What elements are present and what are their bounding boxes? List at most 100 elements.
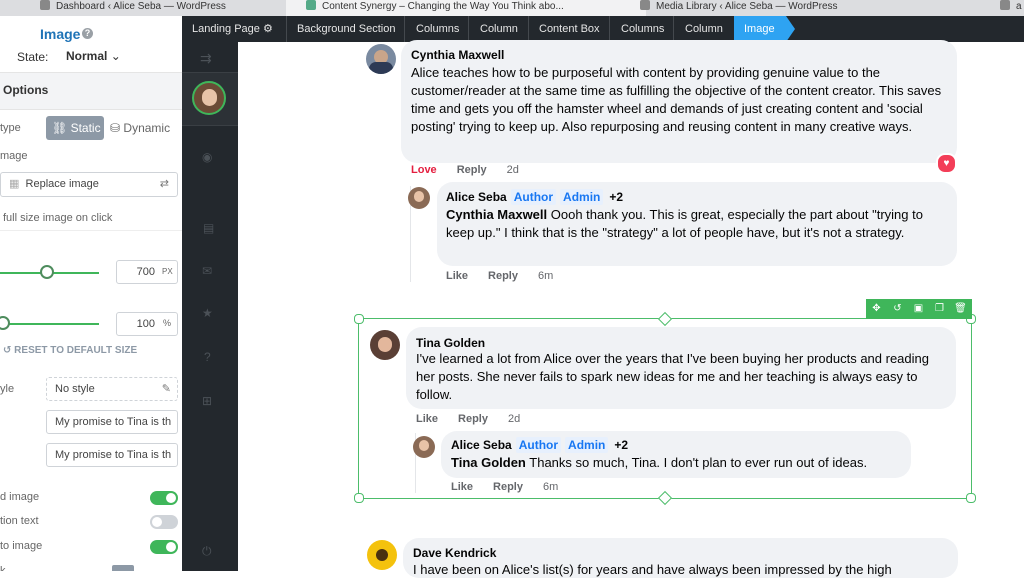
admin-badge: Admin [560,189,604,205]
power-icon[interactable]: ⏻ [202,544,212,559]
toggle-knob [166,542,176,552]
star-icon[interactable]: ★ [202,306,213,320]
duplicate-icon[interactable]: ❐ [929,299,950,319]
link-icon: ⛓ [52,121,68,135]
options-section-header[interactable]: Options [0,72,182,110]
toggle-switch[interactable] [150,491,178,505]
browser-tab[interactable]: Media Library ‹ Alice Seba — WordPress [640,0,900,16]
breadcrumb-item[interactable]: Landing Page ⚙ [192,16,273,42]
reply-link[interactable]: Reply [457,164,487,176]
image-label: mage [0,150,28,162]
database-icon: ⛁ [110,121,121,135]
state-select[interactable]: Normal ⌄ [66,49,121,63]
color-swatch[interactable] [112,565,134,571]
trash-icon[interactable]: 🗑 [950,299,971,319]
mention-link[interactable]: Tina Golden [451,455,526,470]
like-link[interactable]: Like [451,481,473,493]
undo-icon[interactable]: ↺ [887,299,908,319]
static-toggle-button[interactable]: ⛓ Static [46,116,104,140]
browser-tab-strip: Dashboard ‹ Alice Seba — WordPress Conte… [0,0,1024,16]
style-select[interactable]: No style ✎ [46,377,178,401]
scale-slider-handle[interactable] [0,316,10,330]
comment-bubble: Tina Golden I've learned a lot from Alic… [406,327,956,409]
love-link[interactable]: Love [411,164,437,176]
admin-badge: Admin [565,437,609,453]
avatar[interactable] [413,436,435,458]
envelope-icon[interactable]: ✉ [202,264,212,278]
avatar[interactable] [366,44,396,74]
help-icon[interactable]: ? [204,350,211,364]
browser-tab[interactable]: Dashboard ‹ Alice Seba — WordPress [40,0,280,16]
breadcrumb-current[interactable]: Image [734,16,786,42]
toggle-label: k [0,565,6,571]
reply-text: Tina Golden Thanks so much, Tina. I don'… [451,455,868,470]
gift-icon[interactable]: ⊞ [202,394,212,408]
browser-tab-active[interactable]: Content Synergy – Changing the Way You T… [286,0,646,16]
breadcrumb-item[interactable]: Content Box [539,16,600,42]
toggle-switch[interactable] [150,515,178,529]
avatar[interactable] [370,330,400,360]
alt-text-input[interactable]: My promise to Tina is th [46,410,178,434]
reply-link[interactable]: Reply [458,413,488,425]
element-toolbar: ✥ ↺ ▣ ❐ 🗑 [866,299,972,319]
breadcrumb-item[interactable]: Background Section [297,16,395,42]
comment-author[interactable]: Dave Kendrick [413,546,496,560]
dynamic-toggle-button[interactable]: ⛁ Dynamic [110,116,170,140]
avatar[interactable] [367,540,397,570]
width-slider-handle[interactable] [40,265,54,279]
divider [0,230,182,231]
user-avatar-slot[interactable] [182,72,238,126]
document-icon[interactable]: ▤ [203,221,214,235]
breadcrumb-item[interactable]: Column [685,16,723,42]
breadcrumb-item[interactable]: Column [480,16,518,42]
avatar[interactable] [408,187,430,209]
panel-title: Image [40,26,81,42]
breadcrumb-item[interactable]: Columns [416,16,459,42]
reply-author[interactable]: Alice Seba [446,190,507,204]
reply-author[interactable]: Alice Seba [451,438,512,452]
full-size-label: full size image on click [3,212,113,224]
question-circle-icon[interactable]: ? [82,28,93,39]
wordpress-icon [40,0,50,10]
comment-time: 2d [507,413,521,425]
toggle-knob [152,517,162,527]
reply-text: Cynthia Maxwell Oooh thank you. This is … [446,207,923,240]
mention-link[interactable]: Cynthia Maxwell [446,207,547,222]
like-link[interactable]: Like [446,270,468,282]
reply-actions: Like Reply 6m [446,270,573,282]
menu-icon[interactable]: ⇉ [200,50,212,67]
toggle-switch[interactable] [150,540,178,554]
editor-sidebar: ⇉ ◉ ▤ ✉ ★ ? ⊞ ⏻ [182,16,238,571]
toggle-label: d image [0,491,40,503]
reply-header: Alice Seba Author Admin +2 [446,189,624,205]
reply-link[interactable]: Reply [488,270,518,282]
comment-text: Alice teaches how to be purposeful with … [411,65,942,134]
reset-icon: ↺ [3,345,12,356]
resize-handle[interactable] [966,493,976,503]
badge-count: +2 [609,190,624,204]
palette-icon[interactable]: ◉ [202,150,212,164]
comment-author[interactable]: Cynthia Maxwell [411,48,504,62]
resize-handle[interactable] [354,493,364,503]
comment-time: 6m [542,481,559,493]
wordpress-icon [640,0,650,10]
reply-actions: Like Reply 6m [451,481,578,493]
reply-link[interactable]: Reply [493,481,523,493]
toggle-label: tion text [0,515,39,527]
badge-count: +2 [614,438,629,452]
title-text-input[interactable]: My promise to Tina is th [46,443,178,467]
comment-actions: Like Reply 2d [416,413,540,425]
save-icon[interactable]: ▣ [908,299,929,319]
reset-size-link[interactable]: ↺ RESET TO DEFAULT SIZE [3,345,137,356]
browser-tab[interactable]: a [1000,0,1024,16]
breadcrumb-item[interactable]: Columns [621,16,664,42]
like-link[interactable]: Like [416,413,438,425]
gear-icon: ⚙ [262,23,273,35]
replace-image-field[interactable]: ▦ Replace image ⇄ [0,172,178,197]
comment-author[interactable]: Tina Golden [416,336,485,350]
resize-handle[interactable] [354,314,364,324]
move-icon[interactable]: ✥ [866,299,887,319]
scale-slider-track[interactable] [0,323,99,325]
breadcrumb: Landing Page ⚙ Background Section Column… [182,16,1024,42]
toggle-label: to image [0,540,43,552]
